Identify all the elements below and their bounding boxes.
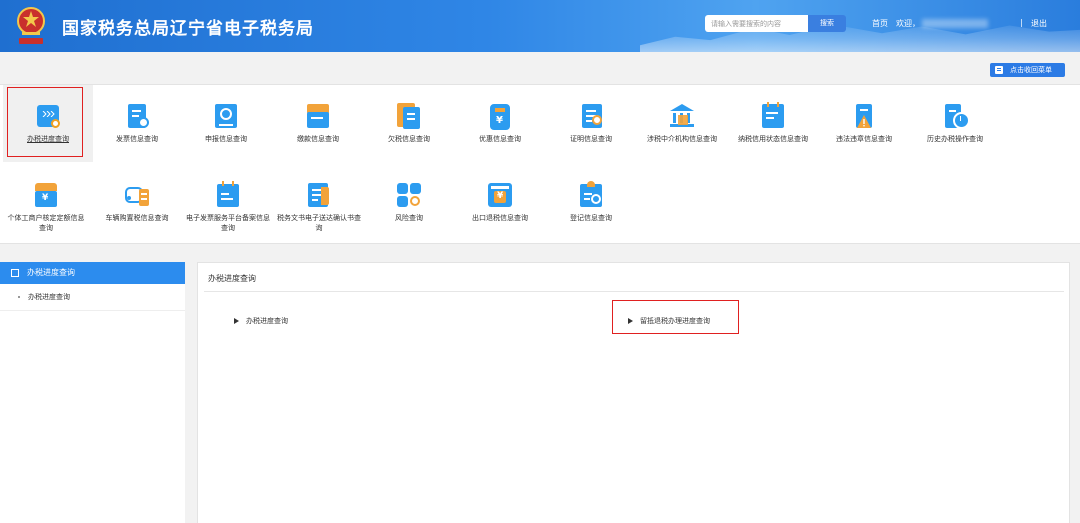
divider [204, 291, 1064, 292]
menu-label: 证明信息查询 [570, 135, 612, 143]
home-link[interactable]: 首页 [872, 18, 888, 29]
certificate-query-icon [577, 102, 605, 130]
collapse-menu-label: 点击收回菜单 [1010, 66, 1052, 74]
history-operation-icon [941, 102, 970, 130]
menu-item-certificate-query[interactable]: 证明信息查询 [546, 102, 636, 144]
menu-item-history-operation[interactable]: 历史办税操作查询 [910, 102, 1000, 144]
highlight-frame-menu [7, 87, 83, 157]
menu-label: 历史办税操作查询 [927, 135, 983, 143]
menu-item-credit-status-query[interactable]: 纳税信用状态信息查询 [728, 102, 818, 144]
tax-arrears-query-icon [395, 102, 423, 130]
menu-label: 电子发票服务平台备案信息查询 [186, 214, 270, 232]
menu-item-vehicle-tax[interactable]: 车辆购置税信息查询 [92, 181, 182, 223]
sidebar-header[interactable]: 办税进度查询 [0, 262, 185, 284]
document-icon [11, 269, 19, 277]
sidebar-header-label: 办税进度查询 [27, 268, 75, 277]
masked-username [922, 19, 988, 28]
violation-query-icon [850, 102, 878, 130]
declaration-query-icon [212, 102, 240, 130]
e-invoice-platform-icon [214, 181, 242, 209]
menu-item-e-document[interactable]: 税务文书电子送达确认书查询 [274, 181, 364, 233]
menu-item-declaration-query[interactable]: 申报信息查询 [181, 102, 271, 144]
menu-label: 涉税中介机构信息查询 [647, 135, 717, 143]
menu-label: 纳税信用状态信息查询 [738, 135, 808, 143]
welcome-text: 欢迎， [896, 19, 920, 28]
invoice-query-icon [123, 102, 151, 130]
search-button[interactable]: 搜索 [808, 15, 846, 32]
menu-icon [995, 66, 1003, 74]
menu-item-risk-query[interactable]: 风险查询 [364, 181, 454, 223]
menu-item-invoice-query[interactable]: 发票信息查询 [92, 102, 182, 144]
menu-item-export-rebate[interactable]: ¥ 出口退税信息查询 [455, 181, 545, 223]
e-document-icon [305, 181, 333, 209]
menu-label: 登记信息查询 [570, 214, 612, 222]
menu-item-tax-arrears-query[interactable]: 欠税信息查询 [364, 102, 454, 144]
left-sidebar: 办税进度查询 办税进度查询 [0, 262, 185, 523]
link-label: 办税进度查询 [246, 317, 288, 325]
tax-agency-query-icon [668, 102, 696, 130]
highlight-frame-link [612, 300, 739, 334]
link-progress-query[interactable]: 办税进度查询 [234, 316, 288, 326]
menu-label: 车辆购置税信息查询 [105, 214, 169, 222]
menu-label: 风险查询 [395, 214, 423, 222]
menu-item-individual-quota[interactable]: ¥ 个体工商户核定定额信息查询 [1, 181, 91, 233]
sidebar-item-progress-query[interactable]: 办税进度查询 [0, 284, 185, 311]
triangle-right-icon [234, 318, 239, 324]
credit-status-query-icon [759, 102, 787, 130]
menu-label: 个体工商户核定定额信息查询 [7, 214, 85, 232]
collapse-menu-button[interactable]: 点击收回菜单 [990, 63, 1065, 77]
tax-emblem-logo [17, 7, 45, 44]
payment-query-icon [304, 102, 332, 130]
logout-link[interactable]: 退出 [1031, 18, 1047, 29]
export-rebate-icon: ¥ [486, 181, 514, 209]
vehicle-tax-icon [123, 181, 151, 209]
menu-item-e-invoice-platform[interactable]: 电子发票服务平台备案信息查询 [183, 181, 273, 233]
menu-label: 欠税信息查询 [388, 135, 430, 143]
content-title: 办税进度查询 [208, 274, 256, 283]
menu-label: 出口退税信息查询 [472, 214, 528, 222]
menu-item-violation-query[interactable]: 违法违章信息查询 [819, 102, 909, 144]
menu-label: 申报信息查询 [205, 135, 247, 143]
registration-query-icon [577, 181, 605, 209]
menu-label: 税务文书电子送达确认书查询 [277, 214, 361, 232]
query-menu-panel: 办税进度查询 发票信息查询 申报信息查询 缴款信息查询 欠税信息查询 ¥ 优惠信… [0, 84, 1080, 244]
individual-quota-icon: ¥ [32, 181, 60, 209]
link-separator: | [1020, 18, 1023, 27]
sidebar-item-label: 办税进度查询 [28, 293, 70, 301]
site-title: 国家税务总局辽宁省电子税务局 [62, 19, 314, 39]
menu-label: 缴款信息查询 [297, 135, 339, 143]
top-banner: 国家税务总局辽宁省电子税务局 搜索 首页 欢迎， | 退出 [0, 0, 1080, 52]
bullet-icon [18, 296, 20, 298]
preferential-query-icon: ¥ [486, 102, 514, 130]
menu-item-preferential-query[interactable]: ¥ 优惠信息查询 [455, 102, 545, 144]
menu-label: 违法违章信息查询 [836, 135, 892, 143]
menu-label: 优惠信息查询 [479, 135, 521, 143]
menu-item-tax-agency-query[interactable]: 涉税中介机构信息查询 [637, 102, 727, 144]
menu-label: 发票信息查询 [116, 135, 158, 143]
menu-item-payment-query[interactable]: 缴款信息查询 [273, 102, 363, 144]
search-input[interactable] [705, 15, 808, 32]
risk-query-icon [395, 181, 423, 209]
menu-item-registration-query[interactable]: 登记信息查询 [546, 181, 636, 223]
